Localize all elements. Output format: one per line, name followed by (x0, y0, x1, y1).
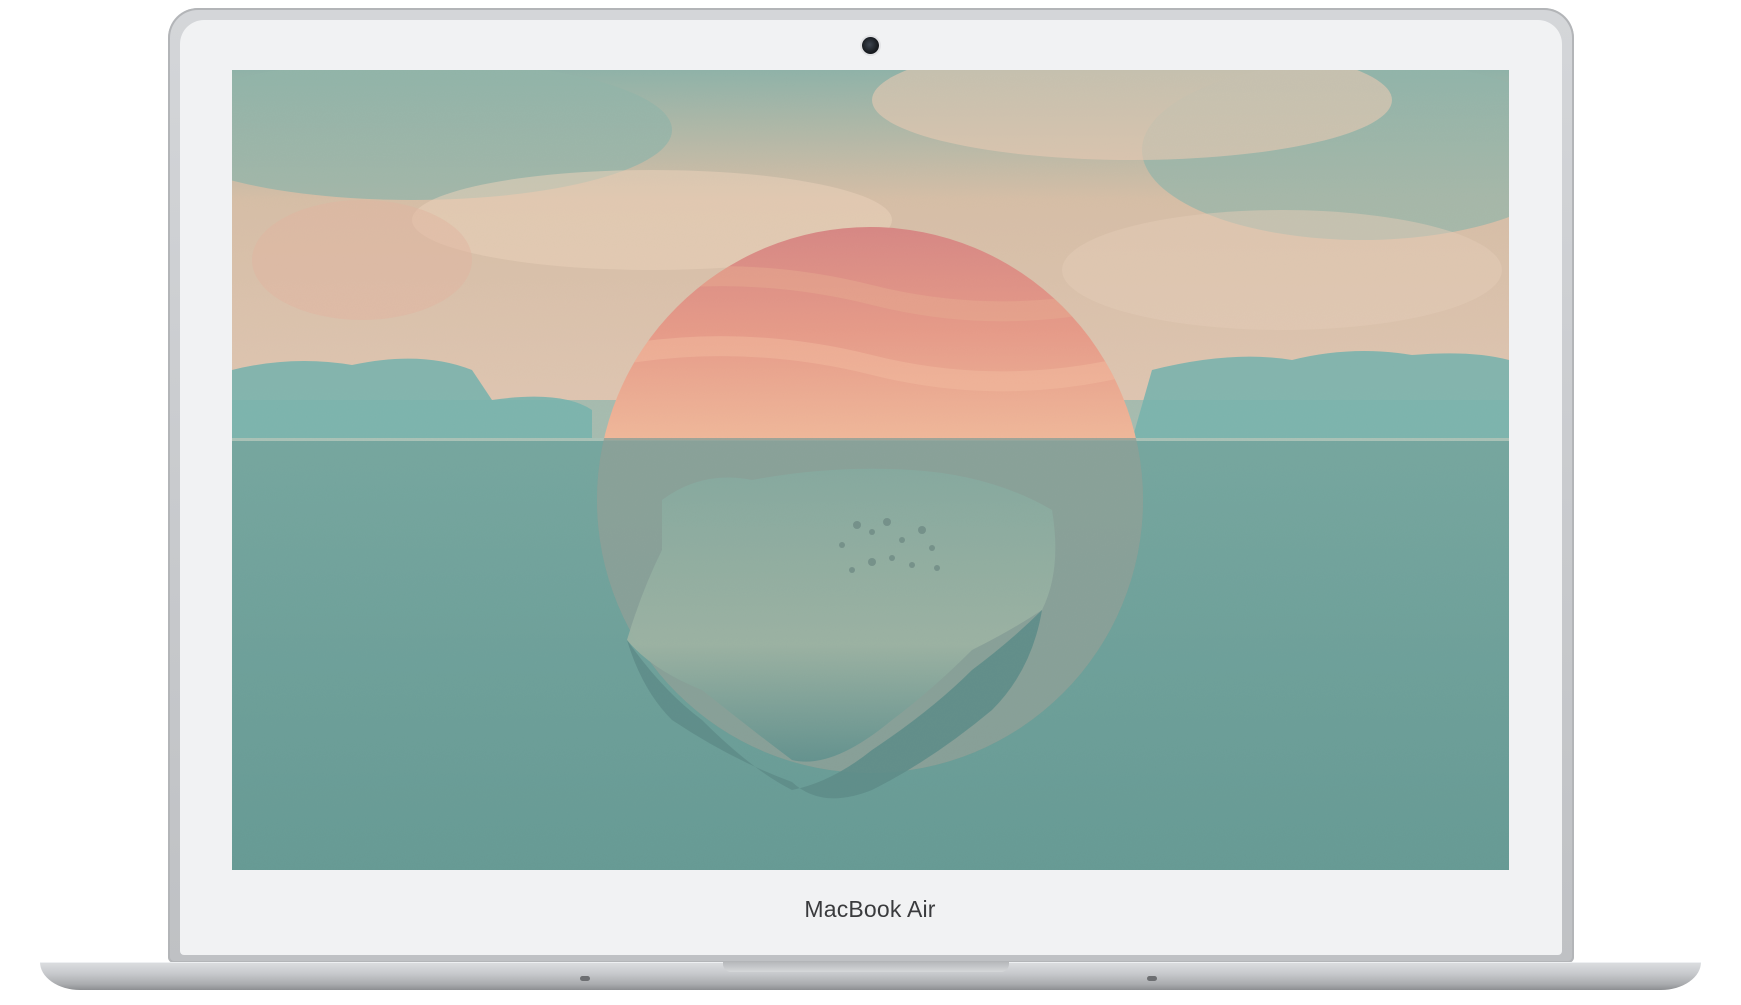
webcam-icon (862, 37, 879, 54)
laptop-screen (232, 70, 1509, 870)
laptop-mockup: MacBook Air (0, 0, 1741, 1005)
wallpaper-image (232, 70, 1509, 870)
rubber-foot (1147, 976, 1157, 981)
device-brand-label: MacBook Air (804, 896, 936, 922)
rubber-foot (580, 976, 590, 981)
lid-opening-notch (723, 962, 1009, 972)
